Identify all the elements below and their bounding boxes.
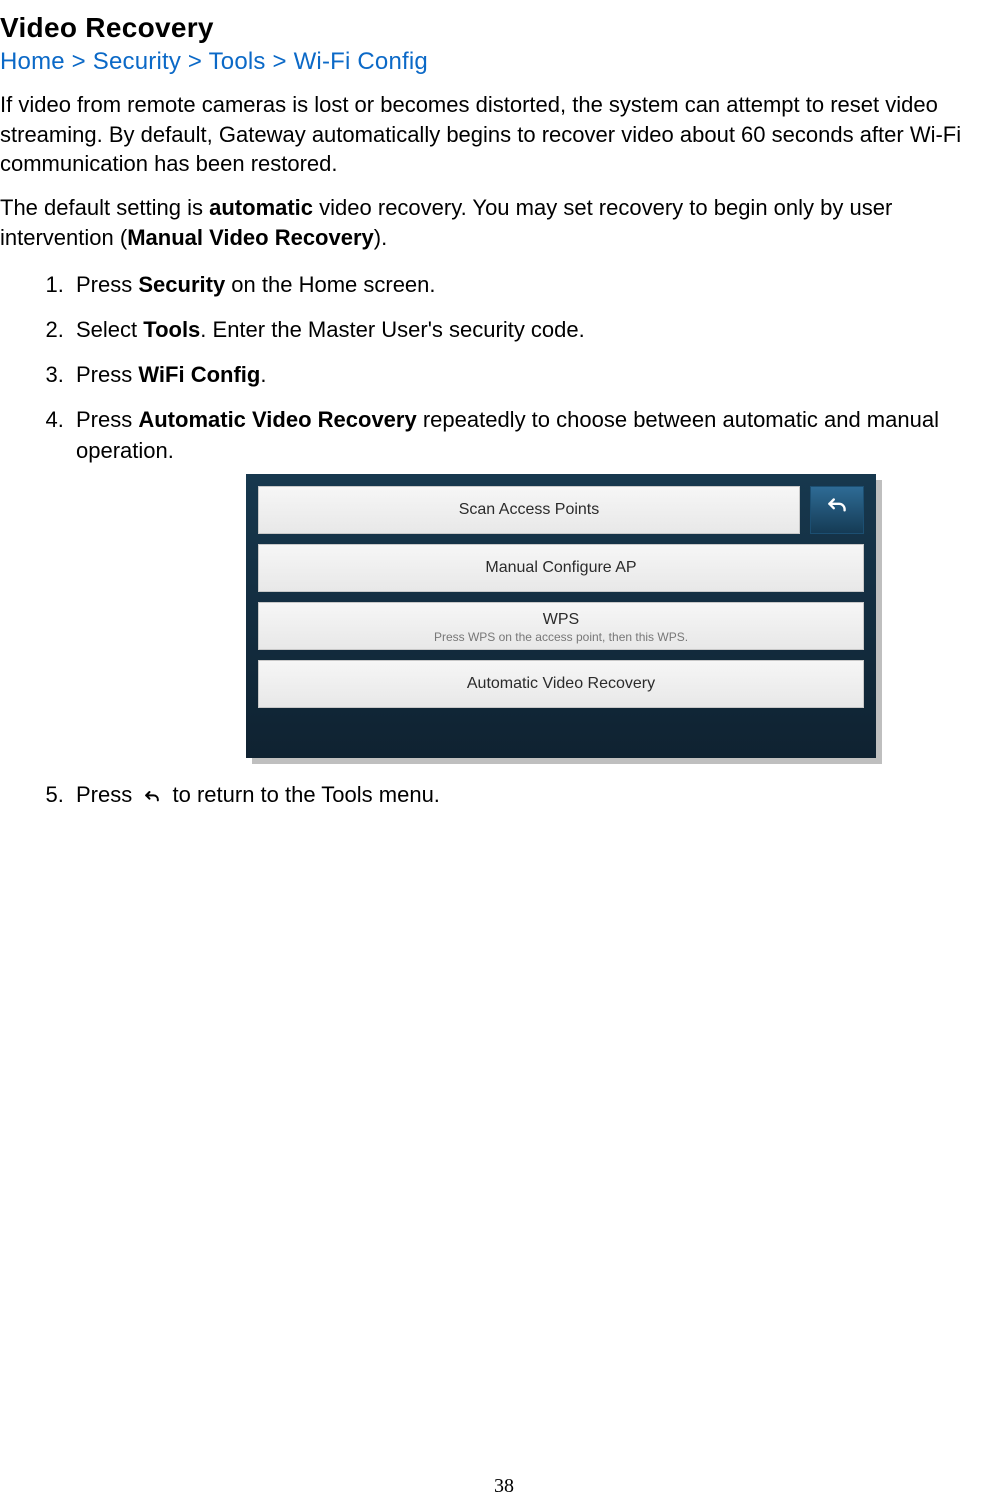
- page-number: 38: [494, 1475, 514, 1498]
- button-subtitle: Press WPS on the access point, then this…: [434, 631, 688, 644]
- intro-paragraph: If video from remote cameras is lost or …: [0, 90, 1008, 193]
- scan-access-points-button[interactable]: Scan Access Points: [258, 486, 800, 534]
- bold-manual-video-recovery: Manual Video Recovery: [127, 225, 374, 250]
- text-span: to return to the Tools menu.: [173, 782, 440, 807]
- text-span: on the Home screen.: [225, 272, 435, 297]
- button-label: Scan Access Points: [459, 499, 600, 521]
- device-top-row: Scan Access Points: [258, 486, 864, 534]
- text-span: Press: [76, 272, 138, 297]
- text-span: The default setting is: [0, 195, 209, 220]
- step-5: Press to return to the Tools menu.: [70, 776, 1008, 817]
- text-span: . Enter the Master User's security code.: [200, 317, 584, 342]
- step-1: Press Security on the Home screen.: [70, 266, 1008, 307]
- automatic-video-recovery-button[interactable]: Automatic Video Recovery: [258, 660, 864, 708]
- manual-configure-ap-button[interactable]: Manual Configure AP: [258, 544, 864, 592]
- bold-automatic: automatic: [209, 195, 313, 220]
- step-2: Select Tools. Enter the Master User's se…: [70, 311, 1008, 352]
- steps-list: Press Security on the Home screen. Selec…: [0, 266, 1008, 817]
- button-label: Automatic Video Recovery: [467, 673, 655, 695]
- wps-button[interactable]: WPS Press WPS on the access point, then …: [258, 602, 864, 650]
- step-3: Press WiFi Config.: [70, 356, 1008, 397]
- button-label: Manual Configure AP: [485, 557, 636, 579]
- device-screen: Scan Access Points Manual Configure AP: [246, 474, 876, 758]
- step-4: Press Automatic Video Recovery repeatedl…: [70, 401, 1008, 773]
- back-icon: [824, 493, 850, 528]
- text-span: .: [260, 362, 266, 387]
- text-span: Select: [76, 317, 143, 342]
- text-span: ).: [374, 225, 387, 250]
- text-span: Press: [76, 407, 138, 432]
- breadcrumb: Home > Security > Tools > Wi-Fi Config: [0, 48, 1008, 90]
- bold-auto-video-recovery: Automatic Video Recovery: [138, 407, 416, 432]
- back-button[interactable]: [810, 486, 864, 534]
- text-span: Press: [76, 362, 138, 387]
- page-title: Video Recovery: [0, 12, 1008, 48]
- bold-wifi-config: WiFi Config: [138, 362, 260, 387]
- bold-tools: Tools: [143, 317, 200, 342]
- back-icon: [142, 787, 162, 807]
- device-screenshot: Scan Access Points Manual Configure AP: [246, 474, 1008, 758]
- text-span: Press: [76, 782, 132, 807]
- bold-security: Security: [138, 272, 225, 297]
- default-setting-paragraph: The default setting is automatic video r…: [0, 193, 1008, 266]
- button-label: WPS: [543, 609, 579, 631]
